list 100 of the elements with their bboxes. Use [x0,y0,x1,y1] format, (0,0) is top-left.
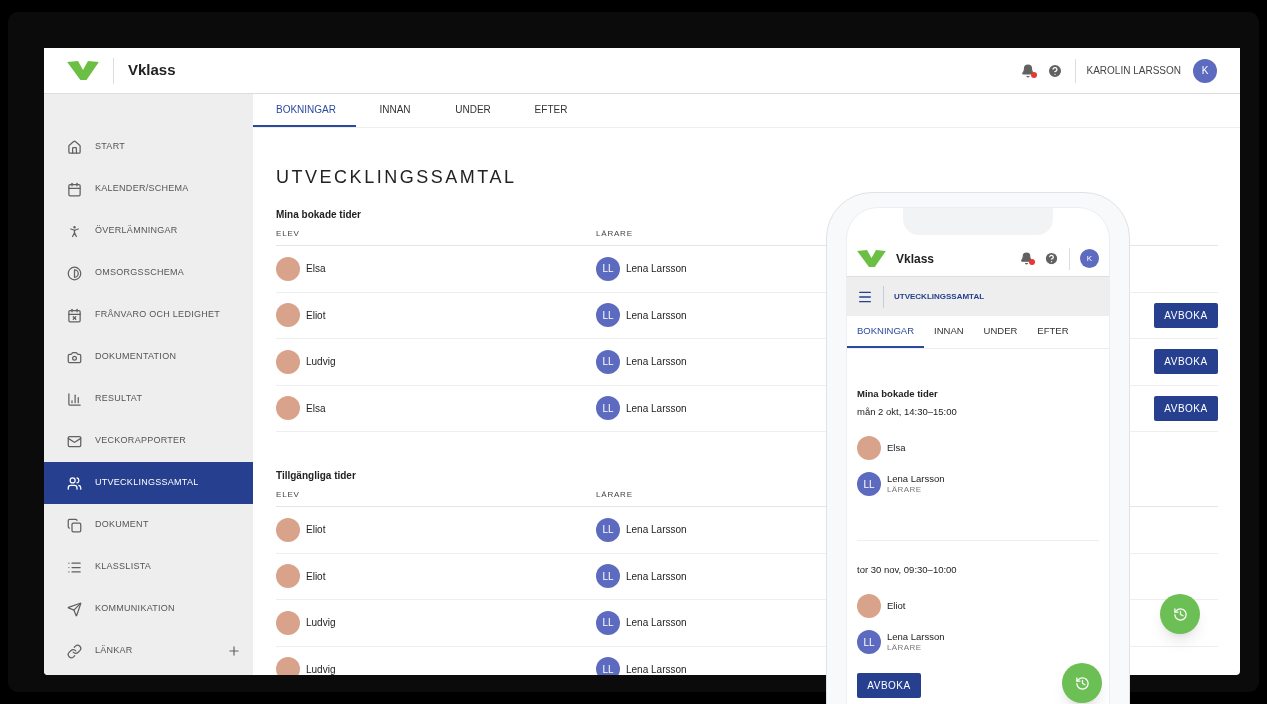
sidebar-item[interactable]: FRÅNVARO OCH LEDIGHET [44,294,253,336]
sidebar-item-icon [67,349,82,365]
teacher-role: LÄRARE [887,484,923,495]
teacher-name: Lena Larsson [626,616,687,631]
teacher-avatar: LL [596,349,620,374]
avatar-photo [276,657,300,675]
sidebar-item-icon [67,601,82,617]
brand-name: Vklass [128,60,176,81]
teacher-name: Lena Larsson [626,662,687,675]
avatar-photo [276,396,300,421]
tab[interactable]: BOKNINGAR [253,94,356,127]
column-header: ELEV [276,227,301,240]
sidebar-item[interactable]: KALENDER/SCHEMA [44,168,253,210]
student-name: Elsa [306,262,326,277]
student-name: Eliot [306,308,326,323]
help-icon[interactable] [1044,251,1059,266]
tab[interactable]: EFTER [1027,316,1079,348]
teacher-name: Lena Larsson [626,308,687,323]
sidebar-item[interactable]: KLASSLISTA [44,546,253,588]
student-name: Eliot [887,598,906,613]
sidebar-item[interactable]: DOKUMENT [44,504,253,546]
sidebar-item-icon [67,643,82,659]
tab[interactable]: UNDER [434,94,512,127]
tab[interactable]: INNAN [356,94,434,127]
sidebar-item-icon [67,391,82,407]
sidebar-item-icon [67,517,82,533]
student-name: Eliot [306,523,326,538]
sidebar-item[interactable]: DOKUMENTATION [44,336,253,378]
sidebar-item-icon [67,307,82,323]
avatar-photo [276,256,300,281]
teacher-avatar: LL [596,610,620,635]
column-header: LÄRARE [596,488,633,501]
sidebar-item[interactable]: LÄNKAR [44,630,253,672]
notification-bell-icon[interactable] [1020,63,1035,78]
section-title: Mina bokade tider [857,387,939,401]
notification-bell-icon[interactable] [1020,252,1033,265]
avatar-photo [276,517,300,542]
teacher-name: Lena Larsson [626,262,687,277]
teacher-avatar: LL [596,256,620,281]
teacher-avatar: LL [596,657,620,675]
student-name: Ludvig [306,616,336,631]
user-name: KAROLIN LARSSON [1086,64,1181,78]
sidebar-item[interactable]: RESULTAT [44,378,253,420]
history-icon [1172,606,1188,622]
history-icon [1074,675,1090,691]
avatar-photo [857,594,881,618]
teacher-name: Lena Larsson [887,473,945,484]
sidebar-item[interactable]: ÖVERLÄMNINGAR [44,210,253,252]
sidebar-item-icon [67,223,82,239]
brand-name: Vklass [896,250,935,268]
teacher-avatar: LL [857,472,881,496]
avatar-photo [276,564,300,589]
teacher-avatar: LL [596,396,620,421]
avatar-photo [857,436,881,460]
avatar-photo [276,303,300,328]
cancel-button[interactable]: AVBOKA [1154,302,1218,328]
tab[interactable]: INNAN [924,316,974,348]
column-header: ELEV [276,488,301,501]
teacher-name: Lena Larsson [626,523,687,538]
cancel-button[interactable]: AVBOKA [857,673,921,698]
teacher-name: Lena Larsson [887,631,945,642]
user-avatar[interactable]: K [1193,58,1217,83]
avatar-photo [276,349,300,374]
sidebar-item-icon [67,265,82,281]
teacher-avatar: LL [596,517,620,542]
avatar-photo [276,610,300,635]
cancel-button[interactable]: AVBOKA [1154,395,1218,421]
teacher-name: Lena Larsson [626,401,687,416]
cancel-button[interactable]: AVBOKA [1154,349,1218,375]
logo-icon [67,60,99,81]
teacher-avatar: LL [857,630,881,654]
teacher-name: Lena Larsson [626,355,687,370]
tab[interactable]: UNDER [973,316,1028,348]
student-name: Elsa [306,401,326,416]
student-name: Eliot [306,569,326,584]
help-icon[interactable] [1046,62,1063,79]
sidebar-item[interactable]: KOMMUNIKATION [44,588,253,630]
section-title: Tillgängliga tider [276,469,356,483]
teacher-avatar: LL [596,564,620,589]
teacher-role: LÄRARE [887,642,923,653]
sidebar-item-icon [67,559,82,575]
sidebar-item[interactable]: UTVECKLINGSSAMTAL [44,462,253,504]
sidebar-item-icon [67,475,82,491]
logo-icon [857,249,886,268]
sidebar-item-icon [67,139,82,155]
page-title: UTVECKLINGSSAMTAL [894,290,985,303]
sidebar-item[interactable]: VECKORAPPORTER [44,420,253,462]
tab[interactable]: EFTER [512,94,590,127]
student-name: Ludvig [306,662,336,675]
student-name: Ludvig [306,355,336,370]
student-name: Elsa [887,440,906,455]
user-avatar[interactable]: K [1080,249,1099,268]
sidebar-item[interactable]: OMSORGSSCHEMA [44,252,253,294]
sidebar-item[interactable]: START [44,126,253,168]
teacher-avatar: LL [596,303,620,328]
teacher-name: Lena Larsson [626,569,687,584]
tab[interactable]: BOKNINGAR [847,316,924,348]
sidebar-item-icon [67,433,82,449]
booking-date: tor 30 nov, 09:30–10:00 [857,563,958,577]
column-header: LÄRARE [596,227,633,240]
